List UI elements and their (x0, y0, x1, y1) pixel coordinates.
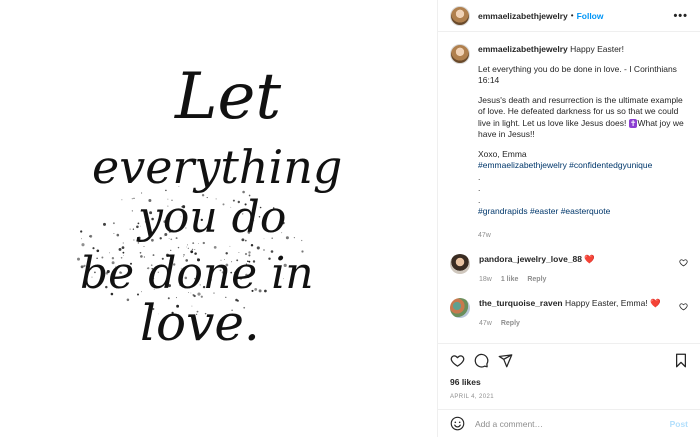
follow-button[interactable]: Follow (577, 11, 604, 21)
caption-paragraph: Jesus's death and resurrection is the ul… (478, 95, 688, 141)
post-header: emmaelizabethjewelry • Follow ••• (438, 0, 700, 32)
comment-reply-button[interactable]: Reply (501, 318, 520, 329)
comments-section: emmaelizabethjewelry Happy Easter! Let e… (438, 32, 700, 342)
comment-body: the_turquoise_raven Happy Easter, Emma! … (479, 298, 669, 329)
like-heart-icon[interactable] (450, 353, 465, 368)
avatar[interactable] (450, 298, 470, 318)
share-paper-plane-icon[interactable] (498, 353, 513, 368)
post-sidebar: emmaelizabethjewelry • Follow ••• emmael… (437, 0, 700, 437)
like-comment-heart-icon[interactable] (679, 258, 688, 267)
caption-hashtags-2[interactable]: #grandrapids #easter #easterquote (478, 206, 688, 218)
emoji-smiley-icon[interactable] (450, 416, 465, 431)
comment-username[interactable]: pandora_jewelry_love_88 (479, 254, 582, 264)
quote-line-4: be done in (80, 248, 314, 299)
likes-count[interactable]: 96 likes (450, 377, 688, 387)
red-heart-emoji-icon: ❤️ (650, 298, 661, 308)
avatar[interactable] (450, 44, 470, 64)
save-bookmark-icon[interactable] (674, 353, 688, 368)
comment-body: pandora_jewelry_love_88 ❤️ 18w 1 like Re… (479, 254, 669, 285)
caption-dot-3: . (478, 194, 481, 205)
comment-item: pandora_jewelry_love_88 ❤️ 18w 1 like Re… (450, 254, 688, 285)
comment-input[interactable] (475, 418, 670, 429)
comment-bubble-icon[interactable] (474, 353, 489, 368)
caption-signoff: Xoxo, Emma (478, 148, 527, 159)
comment-text: Happy Easter, Emma! (565, 298, 648, 308)
quote-line-3: you do (136, 192, 286, 243)
red-heart-emoji-icon: ❤️ (584, 254, 595, 264)
caption: emmaelizabethjewelry Happy Easter! Let e… (450, 44, 688, 241)
quote-artwork: Let everything you do be done in love. (77, 60, 342, 352)
caption-dot-1: . (478, 171, 481, 182)
comment-reply-button[interactable]: Reply (527, 274, 546, 285)
header-username[interactable]: emmaelizabethjewelry (478, 11, 568, 21)
add-comment-bar: Post (438, 409, 700, 437)
avatar[interactable] (450, 254, 470, 274)
avatar[interactable] (450, 5, 470, 26)
comment-meta: 47w Reply (479, 318, 669, 329)
post-actions: 96 likes APRIL 4, 2021 (438, 343, 700, 400)
comment-time[interactable]: 47w (479, 318, 492, 329)
comment-item: the_turquoise_raven Happy Easter, Emma! … (450, 298, 688, 329)
like-comment-heart-icon[interactable] (679, 302, 688, 311)
post-comment-button[interactable]: Post (670, 419, 688, 429)
caption-dot-2: . (478, 183, 481, 193)
caption-verse: Let everything you do be done in love. -… (478, 63, 677, 86)
comment-meta: 18w 1 like Reply (479, 274, 669, 285)
post-date[interactable]: APRIL 4, 2021 (450, 394, 688, 400)
separator-dot: • (570, 11, 574, 20)
caption-username[interactable]: emmaelizabethjewelry (478, 44, 568, 54)
caption-first-line: Happy Easter! (570, 44, 625, 54)
quote-line-2: everything (92, 140, 342, 194)
comment-username[interactable]: the_turquoise_raven (479, 298, 563, 308)
caption-time[interactable]: 47w (478, 230, 688, 242)
quote-line-1: Let (174, 60, 281, 134)
comment-likes[interactable]: 1 like (501, 274, 519, 285)
caption-body: emmaelizabethjewelry Happy Easter! Let e… (478, 44, 688, 241)
more-options-icon[interactable]: ••• (673, 10, 688, 22)
caption-hashtags-1[interactable]: #emmaelizabethjewelry #confidentedgyuniq… (478, 160, 688, 172)
comment-time[interactable]: 18w (479, 274, 492, 285)
post-image[interactable]: Let everything you do be done in love. (0, 0, 437, 437)
quote-line-5: love. (140, 294, 260, 352)
action-bar (450, 344, 688, 376)
